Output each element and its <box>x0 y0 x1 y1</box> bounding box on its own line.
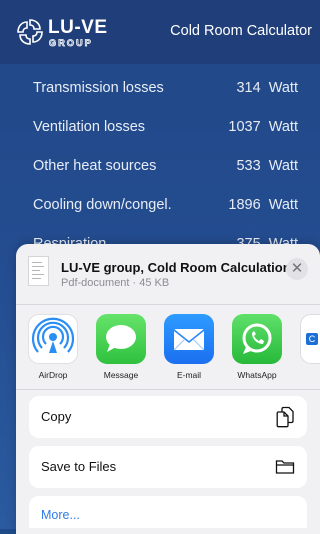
logo-subtext: GROUP <box>49 38 94 49</box>
close-icon: ✕ <box>290 260 304 277</box>
app-label: C <box>292 370 320 380</box>
app-label: Message <box>103 370 139 380</box>
document-title: LU-VE group, Cold Room Calculation <box>61 260 291 275</box>
result-row-cooling-down: Cooling down/congel. 1896 Watt <box>0 187 320 226</box>
share-apps-row: AirDrop Message E-mail WhatsApp C <box>16 314 320 384</box>
share-app-partial[interactable]: C C <box>292 314 320 380</box>
result-value: 314 Watt <box>236 80 298 96</box>
whatsapp-icon <box>232 314 282 364</box>
logo-text: LU-VE <box>48 17 108 38</box>
share-app-whatsapp[interactable]: WhatsApp <box>224 314 290 380</box>
divider <box>16 304 320 305</box>
document-subtitle: Pdf-document · 45 KB <box>61 277 170 289</box>
more-label: More... <box>41 508 80 522</box>
result-value: 533 Watt <box>236 158 298 174</box>
copy-icon <box>276 406 294 428</box>
result-row-other-heat: Other heat sources 533 Watt <box>0 148 320 187</box>
logo-mark-icon <box>17 19 43 45</box>
document-header: LU-VE group, Cold Room Calculation Pdf-d… <box>16 244 320 304</box>
app-title: Cold Room Calculator <box>170 23 312 39</box>
share-app-airdrop[interactable]: AirDrop <box>20 314 86 380</box>
result-value: 1037 Watt <box>228 119 298 135</box>
action-label: Copy <box>41 409 72 424</box>
results-list: Transmission losses 314 Watt Ventilation… <box>0 70 320 265</box>
result-label: Other heat sources <box>33 158 157 174</box>
app-label: WhatsApp <box>237 370 277 380</box>
app-label: AirDrop <box>38 370 68 380</box>
result-label: Cooling down/congel. <box>33 197 172 213</box>
copy-action[interactable]: Copy <box>29 396 307 438</box>
action-label: Save to Files <box>41 459 117 474</box>
share-app-message[interactable]: Message <box>88 314 154 380</box>
divider <box>16 389 320 390</box>
share-app-email[interactable]: E-mail <box>156 314 222 380</box>
result-row-transmission: Transmission losses 314 Watt <box>0 70 320 109</box>
result-label: Transmission losses <box>33 80 164 96</box>
result-value: 1896 Watt <box>228 197 298 213</box>
message-icon <box>96 314 146 364</box>
app-icon: C <box>300 314 320 364</box>
result-row-ventilation: Ventilation losses 1037 Watt <box>0 109 320 148</box>
result-label: Ventilation losses <box>33 119 146 135</box>
app-header: LU-VE GROUP Cold Room Calculator <box>0 0 320 64</box>
app-label: E-mail <box>176 370 202 380</box>
more-action[interactable]: More... <box>29 496 307 528</box>
folder-icon <box>275 460 295 474</box>
share-sheet: LU-VE group, Cold Room Calculation Pdf-d… <box>16 244 320 534</box>
document-thumbnail <box>28 256 49 286</box>
airdrop-icon <box>28 314 78 364</box>
close-button[interactable]: ✕ <box>286 258 308 280</box>
save-to-files-action[interactable]: Save to Files <box>29 446 307 488</box>
lu-ve-logo: LU-VE GROUP <box>14 16 124 50</box>
mail-icon <box>164 314 214 364</box>
